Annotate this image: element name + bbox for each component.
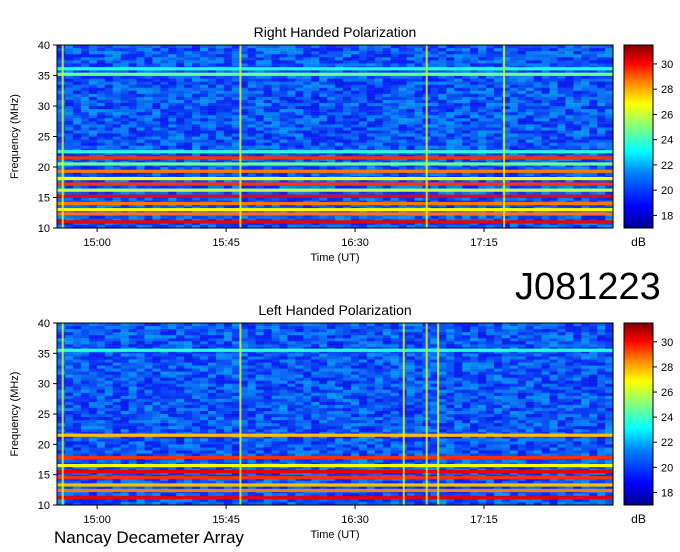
right-polarization-panel: Right Handed Polarization 10 15 20 25 30 35 40 1… [9,24,673,264]
colorbar-unit-label: dB [631,512,646,526]
vertical-event [503,45,506,228]
observation-id: J081223 [515,266,661,308]
y-tick-label: 10 [38,500,50,512]
vertical-event [437,323,440,505]
y-tick-label: 25 [38,409,50,421]
colorbar-tick-label: 28 [661,362,673,374]
vertical-event [61,323,64,505]
y-axis-label: Frequency (MHz) [9,94,21,179]
y-tick-label: 35 [38,71,50,83]
colorbar-gradient [623,322,654,506]
x-tick-label: 15:00 [83,514,111,526]
emission-band [57,72,613,76]
emission-band [57,433,613,437]
x-tick-label: 15:45 [212,237,240,249]
y-tick-label: 15 [38,470,50,482]
y-tick-label: 30 [38,379,50,391]
emission-band [57,220,613,224]
colorbar-tick-label: 30 [661,337,673,349]
x-axis-label: Time (UT) [310,252,359,264]
emission-band [57,483,613,487]
colorbar-tick-label: 20 [661,185,673,197]
emission-band [57,162,613,166]
y-tick-label: 15 [38,193,50,205]
colorbar: 18 20 22 24 26 28 30 dB [623,44,673,249]
emission-band [57,202,613,206]
x-tick-label: 16:30 [341,237,369,249]
vertical-event [425,45,428,228]
colorbar-tick-label: 22 [661,437,673,449]
emission-band [57,67,613,71]
vertical-event [239,45,242,228]
y-tick-label: 10 [38,223,50,235]
colorbar-tick-label: 26 [661,387,673,399]
colorbar-tick-label: 24 [661,412,673,424]
colorbar-tick-label: 26 [661,109,673,121]
emission-band [57,208,613,212]
left-polarization-panel: Left Handed Polarization 10 15 20 25 30 35 40 15… [9,302,673,541]
y-tick-label: 20 [38,162,50,174]
emission-band [57,488,613,493]
x-tick-label: 17:15 [470,237,498,249]
colorbar-tick-label: 18 [661,487,673,499]
x-tick-label: 16:30 [341,514,369,526]
colorbar-tick-label: 20 [661,462,673,474]
x-tick-label: 15:45 [212,514,240,526]
colorbar-tick-label: 18 [661,210,673,222]
colorbar-unit-label: dB [631,235,646,249]
y-axis-label: Frequency (MHz) [9,372,21,457]
emission-band [57,463,613,468]
instrument-name: Nancay Decameter Array [54,528,244,547]
colorbar-tick-label: 28 [661,84,673,96]
emission-band [57,182,613,186]
vertical-event [425,323,428,505]
colorbar: 18 20 22 24 26 28 30 dB [623,322,673,526]
vertical-event [239,323,242,505]
colorbar-tick-label: 30 [661,59,673,71]
colorbar-tick-label: 24 [661,135,673,147]
chart-title: Right Handed Polarization [254,24,417,40]
emission-band [57,188,613,192]
x-axis-label: Time (UT) [310,529,359,541]
emission-band [57,476,613,480]
colorbar-gradient [623,44,654,229]
vertical-event [402,323,405,505]
spectrogram-background [57,45,614,229]
emission-band [57,348,613,352]
y-tick-label: 20 [38,439,50,451]
y-tick-label: 30 [38,101,50,113]
emission-band [57,496,613,500]
emission-band [57,470,613,474]
emission-band [57,212,613,216]
chart-title: Left Handed Polarization [258,302,411,318]
colorbar-tick-label: 22 [661,160,673,172]
x-tick-label: 17:15 [470,514,498,526]
emission-band [57,194,613,198]
y-tick-label: 40 [38,318,50,330]
vertical-event [61,45,64,228]
emission-band [57,156,613,160]
y-tick-label: 35 [38,348,50,360]
y-tick-label: 40 [38,40,50,52]
emission-band [57,169,613,173]
emission-band [57,456,613,460]
x-tick-label: 15:00 [83,237,111,249]
emission-band [57,150,613,154]
emission-band [57,176,613,181]
y-tick-label: 25 [38,132,50,144]
